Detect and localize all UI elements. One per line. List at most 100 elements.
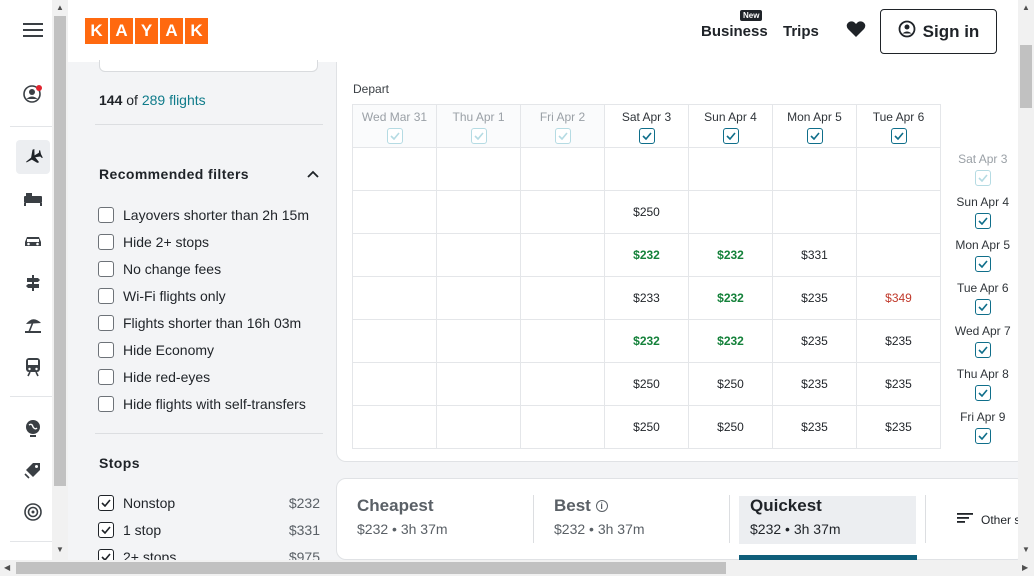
date-checkbox[interactable] [890,128,907,144]
rail-scrollbar-thumb[interactable] [54,16,66,486]
price-cell[interactable]: $235 [856,362,941,406]
filter-option[interactable]: Layovers shorter than 2h 15m [98,205,320,225]
price-cell[interactable]: $232 [604,233,689,277]
return-date-header[interactable]: Sun Apr 4 [940,190,1025,234]
filter-option[interactable]: No change fees [98,259,320,279]
checkbox[interactable] [98,369,114,385]
depart-date-header[interactable]: Tue Apr 6 [856,104,941,148]
tab-cheapest[interactable]: Cheapest $232 • 3h 37m [357,496,448,537]
depart-date-header[interactable]: Fri Apr 2 [520,104,605,148]
date-checkbox[interactable] [974,341,991,358]
date-checkbox[interactable] [974,298,991,315]
price-cell[interactable]: $235 [772,405,857,449]
stop-option[interactable]: Nonstop $232 [98,493,320,513]
return-date-header[interactable]: Mon Apr 5 [940,233,1025,277]
stop-option[interactable]: 1 stop $331 [98,520,320,540]
price-cell[interactable]: $250 [604,362,689,406]
menu-icon[interactable] [16,13,50,47]
depart-date-header[interactable]: Sun Apr 4 [688,104,773,148]
horizontal-scrollbar-thumb[interactable] [16,562,726,574]
price-cell[interactable]: $232 [688,233,773,277]
depart-date-header[interactable]: Mon Apr 5 [772,104,857,148]
price-cell[interactable]: $232 [688,276,773,320]
return-date-header[interactable]: Fri Apr 9 [940,405,1025,449]
price-cell[interactable]: $235 [772,362,857,406]
trips-link[interactable]: Trips [783,23,819,40]
price-cell[interactable]: $235 [772,319,857,363]
price-cell[interactable]: $250 [604,190,689,234]
depart-date-header[interactable]: Wed Mar 31 [352,104,437,148]
sign-in-button[interactable]: Sign in [880,9,997,54]
recommended-filters-title[interactable]: Recommended filters [99,166,249,182]
hotel-icon[interactable] [16,182,50,216]
price-cell[interactable]: $235 [856,405,941,449]
price-cell [520,190,605,234]
checkbox[interactable] [98,288,114,304]
date-checkbox[interactable] [974,255,991,272]
checkbox[interactable] [98,261,114,277]
flight-icon[interactable] [16,140,50,174]
account-icon[interactable] [16,77,50,111]
checkbox[interactable] [98,315,114,331]
date-checkbox[interactable] [554,128,571,144]
return-date-header[interactable]: Thu Apr 8 [940,362,1025,406]
return-date-header[interactable]: Sat Apr 3 [940,147,1025,191]
filter-option[interactable]: Wi-Fi flights only [98,286,320,306]
date-checkbox[interactable] [974,384,991,401]
price-cell[interactable]: $233 [604,276,689,320]
tab-quickest[interactable]: Quickest $232 • 3h 37m [750,496,841,537]
date-checkbox[interactable] [974,427,991,444]
page-horizontal-scrollbar[interactable]: ◀ ▶ [0,560,1034,576]
price-cell[interactable]: $232 [688,319,773,363]
date-checkbox[interactable] [722,128,739,144]
chevron-up-icon[interactable] [306,166,320,184]
other-sort-button[interactable]: Other s [957,512,1020,527]
date-checkbox[interactable] [638,128,655,144]
business-link[interactable]: Business [701,23,768,40]
filter-option[interactable]: Flights shorter than 16h 03m [98,313,320,333]
trips-radar-icon[interactable] [16,495,50,529]
price-cell[interactable]: $232 [604,319,689,363]
total-flights-link[interactable]: 289 flights [142,92,206,108]
train-icon[interactable] [16,350,50,384]
heart-icon[interactable] [846,20,866,43]
checkbox[interactable] [98,342,114,358]
date-checkbox[interactable] [386,128,403,144]
page-vertical-scrollbar[interactable]: ▲ ▼ [1018,0,1034,560]
return-date-header[interactable]: Wed Apr 7 [940,319,1025,363]
price-cell[interactable]: $235 [772,276,857,320]
info-icon[interactable]: i [595,500,608,512]
price-cell[interactable]: $250 [688,405,773,449]
rail-scrollbar[interactable]: ▲ ▼ [52,0,68,560]
explore-icon[interactable] [16,411,50,445]
checkbox[interactable] [98,207,114,223]
date-checkbox[interactable] [974,212,991,229]
date-checkbox[interactable] [974,169,991,186]
checkbox[interactable] [98,234,114,250]
price-cell[interactable]: $250 [604,405,689,449]
price-cell[interactable]: $235 [856,319,941,363]
date-checkbox[interactable] [806,128,823,144]
checkbox[interactable] [98,495,114,511]
filter-option[interactable]: Hide flights with self-transfers [98,394,320,414]
deals-icon[interactable] [16,453,50,487]
filter-option[interactable]: Hide Economy [98,340,320,360]
price-cell[interactable]: $331 [772,233,857,277]
filter-option[interactable]: Hide red-eyes [98,367,320,387]
price-cell[interactable]: $250 [688,362,773,406]
beach-icon[interactable] [16,308,50,342]
return-date-header[interactable]: Tue Apr 6 [940,276,1025,320]
price-calendar: Depart Wed Mar 31 Thu Apr 1 Fri Apr 2 Sat A… [336,62,1026,462]
packages-icon[interactable] [16,266,50,300]
car-icon[interactable] [16,224,50,258]
checkbox[interactable] [98,396,114,412]
depart-date-header[interactable]: Sat Apr 3 [604,104,689,148]
date-checkbox[interactable] [470,128,487,144]
page-scrollbar-thumb[interactable] [1020,45,1032,108]
kayak-logo[interactable]: KAYAK [85,18,208,44]
price-cell[interactable]: $349 [856,276,941,320]
tab-best[interactable]: Best i $232 • 3h 37m [554,496,645,537]
filter-option[interactable]: Hide 2+ stops [98,232,320,252]
depart-date-header[interactable]: Thu Apr 1 [436,104,521,148]
checkbox[interactable] [98,522,114,538]
